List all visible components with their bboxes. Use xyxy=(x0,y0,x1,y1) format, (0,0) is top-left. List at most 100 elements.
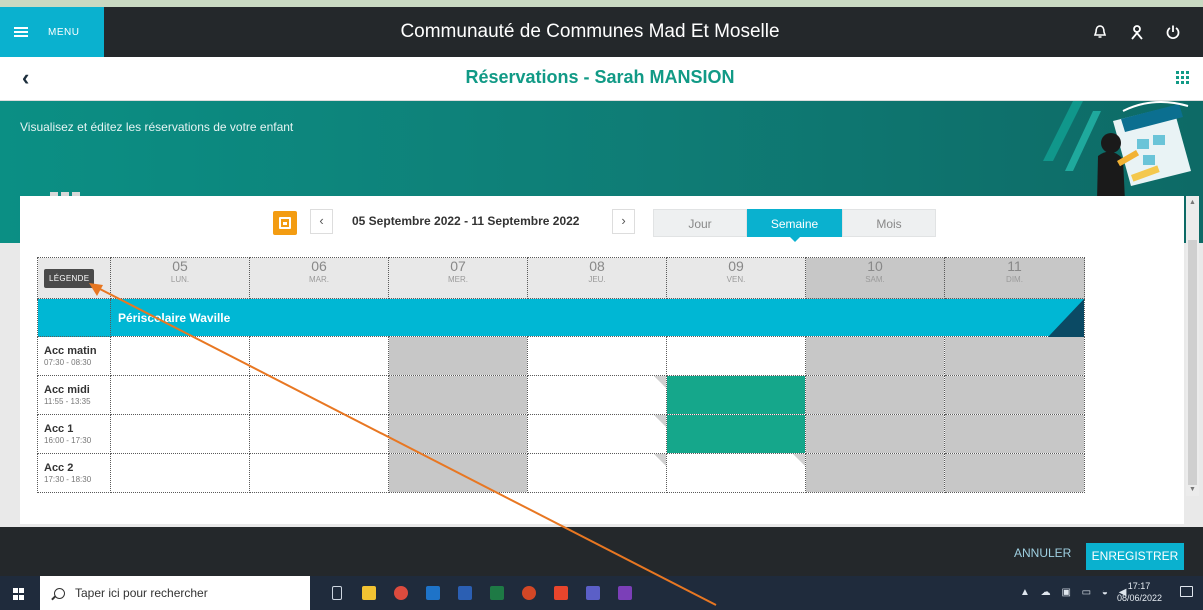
page-header: ‹ Réservations - Sarah MANSION xyxy=(0,57,1203,101)
apps-grid-icon[interactable] xyxy=(1176,71,1189,84)
slot-cell-empty[interactable] xyxy=(527,414,667,454)
time-slot-row: Acc matin 07:30 - 08:30 xyxy=(37,336,1085,376)
slot-cell-empty[interactable] xyxy=(249,336,389,376)
slot-time: 11:55 - 13:35 xyxy=(44,397,91,406)
save-button[interactable]: ENREGISTRER xyxy=(1086,543,1184,570)
onenote-icon[interactable] xyxy=(618,586,632,600)
day-number: 07 xyxy=(450,258,466,274)
xmind-icon[interactable] xyxy=(554,586,568,600)
slot-cell-closed xyxy=(388,453,528,493)
slot-cell-closed xyxy=(944,375,1085,415)
slot-cell-empty[interactable] xyxy=(249,453,389,493)
slot-cell-empty[interactable] xyxy=(110,414,250,454)
next-week-button[interactable]: › xyxy=(612,209,635,234)
view-tab-week[interactable]: Semaine xyxy=(747,209,842,242)
slot-cell-closed xyxy=(944,453,1085,493)
word-icon[interactable] xyxy=(458,586,472,600)
slot-cell-reserved[interactable] xyxy=(666,414,806,454)
date-picker-button[interactable] xyxy=(273,211,297,235)
slot-cell-reserved[interactable] xyxy=(666,375,806,415)
slot-cell-empty[interactable] xyxy=(666,453,806,493)
time-slot-label: Acc 2 17:30 - 18:30 xyxy=(37,453,111,493)
slot-cell-empty[interactable] xyxy=(527,453,667,493)
day-number: 06 xyxy=(311,258,327,274)
slot-cell-closed xyxy=(805,453,945,493)
app-title: Communauté de Communes Mad Et Moselle xyxy=(400,21,780,42)
day-name: DIM. xyxy=(1006,275,1023,284)
section-row: Périscolaire Waville xyxy=(37,298,1085,337)
windows-start-icon[interactable] xyxy=(13,588,25,600)
notification-center-icon[interactable] xyxy=(1180,586,1193,597)
slot-name: Acc 1 xyxy=(44,423,74,435)
scroll-up-icon[interactable]: ▲ xyxy=(1189,199,1196,206)
back-button[interactable]: ‹ xyxy=(22,65,29,91)
slot-cell-empty[interactable] xyxy=(527,375,667,415)
day-name: LUN. xyxy=(170,275,190,284)
collapse-corner-icon[interactable] xyxy=(1048,299,1084,337)
powerpoint-icon[interactable] xyxy=(522,586,536,600)
action-bar: ANNULER ENREGISTRER xyxy=(0,527,1203,576)
view-tab-day[interactable]: Jour xyxy=(653,209,747,237)
time-slot-row: Acc 1 16:00 - 17:30 xyxy=(37,414,1085,454)
page-title: Réservations - Sarah MANSION xyxy=(465,67,735,87)
file-explorer-icon[interactable] xyxy=(362,586,376,600)
day-header: 08 JEU. xyxy=(527,257,667,299)
section-title: Périscolaire Waville xyxy=(118,310,231,325)
app-header: MENU Communauté de Communes Mad Et Mosel… xyxy=(0,7,1203,57)
day-name: MAR. xyxy=(309,275,329,284)
day-header: 05 LUN. xyxy=(110,257,250,299)
days-header-row: LÉGENDE 05 LUN. 06 MAR. 07 MER. 08 JEU. 09 VE… xyxy=(37,257,1085,299)
scroll-down-icon[interactable]: ▼ xyxy=(1189,486,1196,493)
banner-illustration-icon xyxy=(1043,101,1191,201)
view-tab-month[interactable]: Mois xyxy=(842,209,936,237)
day-number: 08 xyxy=(589,258,605,274)
calendar-icon xyxy=(279,217,291,229)
day-header: 06 MAR. xyxy=(249,257,389,299)
scrollbar-thumb[interactable] xyxy=(1188,240,1197,485)
slot-cell-closed xyxy=(944,414,1085,454)
day-header: 07 MER. xyxy=(388,257,528,299)
legend-button[interactable]: LÉGENDE xyxy=(44,268,95,288)
power-icon[interactable] xyxy=(1158,7,1188,57)
cancel-button[interactable]: ANNULER xyxy=(1014,546,1071,560)
menu-label: MENU xyxy=(48,26,80,38)
time-slot-label: Acc matin 07:30 - 08:30 xyxy=(37,336,111,376)
excel-icon[interactable] xyxy=(490,586,504,600)
outlook-icon[interactable] xyxy=(426,586,440,600)
day-header-weekend: 11 DIM. xyxy=(944,257,1085,299)
chrome-icon[interactable] xyxy=(394,586,408,600)
slot-cell-empty[interactable] xyxy=(527,336,667,376)
clock-date: 08/06/2022 xyxy=(1117,593,1163,603)
os-taskbar: Taper ici pour rechercher ▲ ☁ ▣ ▭ ◒ ◀ 17… xyxy=(0,576,1203,610)
search-icon xyxy=(54,587,65,599)
notification-bell-icon[interactable] xyxy=(1085,7,1115,57)
slot-cell-empty[interactable] xyxy=(249,414,389,454)
taskbar-search[interactable]: Taper ici pour rechercher xyxy=(40,576,310,610)
slot-cell-closed xyxy=(805,375,945,415)
slot-cell-empty[interactable] xyxy=(110,336,250,376)
slot-cell-empty[interactable] xyxy=(110,453,250,493)
banner-text: Visualisez et éditez les réservations de… xyxy=(20,120,294,134)
slot-cell-empty[interactable] xyxy=(110,375,250,415)
day-name: JEU. xyxy=(588,275,606,284)
day-name: VEN. xyxy=(726,275,746,284)
section-title-cell: Périscolaire Waville xyxy=(110,298,1085,337)
slot-cell-empty[interactable] xyxy=(666,336,806,376)
search-placeholder: Taper ici pour rechercher xyxy=(75,586,208,600)
taskbar-clock[interactable]: 17:17 08/06/2022 xyxy=(1117,580,1163,604)
slot-cell-empty[interactable] xyxy=(249,375,389,415)
time-slot-label: Acc 1 16:00 - 17:30 xyxy=(37,414,111,454)
task-view-icon[interactable] xyxy=(332,586,342,600)
day-number: 10 xyxy=(867,258,883,274)
menu-button[interactable]: MENU xyxy=(0,7,104,57)
prev-week-button[interactable]: ‹ xyxy=(310,209,333,234)
teams-icon[interactable] xyxy=(586,586,600,600)
cell-corner-fold-icon xyxy=(654,454,666,466)
cell-corner-fold-icon xyxy=(654,376,666,388)
day-number: 11 xyxy=(1007,258,1022,274)
system-tray-icons[interactable]: ▲ ☁ ▣ ▭ ◒ ◀ xyxy=(1020,587,1130,598)
time-slot-row: Acc midi 11:55 - 13:35 xyxy=(37,375,1085,415)
grid-body: Acc matin 07:30 - 08:30 Acc midi 11:55 - 13… xyxy=(37,336,1085,493)
user-icon[interactable] xyxy=(1122,7,1152,57)
slot-cell-closed xyxy=(805,336,945,376)
